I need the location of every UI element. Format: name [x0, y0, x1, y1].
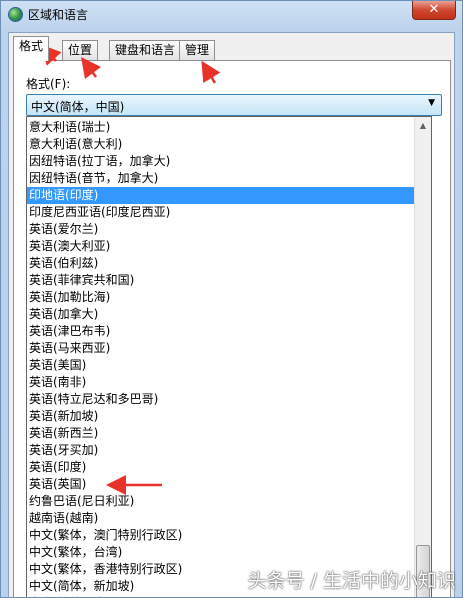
chevron-down-icon[interactable]: ▼ — [428, 98, 435, 108]
tab-location[interactable]: 位置 — [62, 40, 99, 60]
format-option[interactable]: 因纽特语(音节，加拿大) — [27, 170, 415, 187]
format-label: 格式(F): — [26, 77, 71, 91]
format-option[interactable]: 越南语(越南) — [27, 510, 415, 527]
format-option[interactable]: 约鲁巴语(尼日利亚) — [27, 493, 415, 510]
format-option[interactable]: 中文(繁体，台湾) — [27, 544, 415, 561]
format-option[interactable]: 英语(新加坡) — [27, 408, 415, 425]
format-option[interactable]: 英语(加拿大) — [27, 306, 415, 323]
title-bar[interactable]: 区域和语言 ✕ — [1, 1, 462, 31]
format-option[interactable]: 因纽特语(拉丁语，加拿大) — [27, 153, 415, 170]
dialog-client-area: 格式 位置 键盘和语言 管理 格式(F): 中文(简体，中国) ▼ 意大利语(瑞… — [8, 32, 455, 597]
format-option[interactable]: 英语(马来西亚) — [27, 340, 415, 357]
format-option[interactable]: 印度尼西亚语(印度尼西亚) — [27, 204, 415, 221]
vertical-scrollbar[interactable]: ▲ — [414, 117, 431, 597]
format-option[interactable]: 英语(新西兰) — [27, 425, 415, 442]
region-language-dialog: 区域和语言 ✕ 格式 位置 键盘和语言 管理 格式(F): 中文(简体，中国) … — [0, 0, 463, 598]
format-option[interactable]: 英语(印度) — [27, 459, 415, 476]
watermark: 头条号 / 生活中的小知识 — [247, 570, 456, 592]
format-option[interactable]: 意大利语(意大利) — [27, 136, 415, 153]
window-title: 区域和语言 — [28, 8, 89, 22]
format-option[interactable]: 英语(英国) — [27, 476, 415, 493]
scroll-up-arrow-icon[interactable]: ▲ — [415, 117, 431, 134]
format-option[interactable]: 英语(爱尔兰) — [27, 221, 415, 238]
format-option[interactable]: 英语(特立尼达和多巴哥) — [27, 391, 415, 408]
close-button[interactable]: ✕ — [412, 1, 456, 20]
format-option[interactable]: 英语(津巴布韦) — [27, 323, 415, 340]
format-dropdown-list[interactable]: 意大利语(瑞士) 意大利语(意大利) 因纽特语(拉丁语，加拿大) 因纽特语(音节，加拿… — [26, 116, 432, 597]
tab-formats[interactable]: 格式 — [13, 36, 50, 61]
format-options: 意大利语(瑞士) 意大利语(意大利) 因纽特语(拉丁语，加拿大) 因纽特语(音节，加拿… — [27, 119, 415, 597]
format-option[interactable]: 英语(美国) — [27, 357, 415, 374]
format-option[interactable]: 印地语(印度) — [27, 187, 415, 204]
format-option[interactable]: 英语(牙买加) — [27, 442, 415, 459]
format-option[interactable]: 英语(南非) — [27, 374, 415, 391]
tab-administrative[interactable]: 管理 — [179, 40, 216, 60]
tab-keyboards-languages[interactable]: 键盘和语言 — [109, 40, 182, 60]
format-option[interactable]: 中文(繁体，澳门特别行政区) — [27, 527, 415, 544]
format-option[interactable]: 英语(菲律宾共和国) — [27, 272, 415, 289]
format-option[interactable]: 意大利语(瑞士) — [27, 119, 415, 136]
format-select-value: 中文(简体，中国) — [31, 100, 125, 114]
formats-panel: 格式(F): 中文(简体，中国) ▼ 意大利语(瑞士) 意大利语(意大利) 因纽特语… — [13, 60, 451, 597]
format-option[interactable]: 英语(伯利兹) — [27, 255, 415, 272]
format-select[interactable]: 中文(简体，中国) ▼ — [26, 94, 442, 116]
format-option[interactable]: 英语(澳大利亚) — [27, 238, 415, 255]
globe-icon — [8, 7, 23, 22]
format-option[interactable]: 英语(加勒比海) — [27, 289, 415, 306]
